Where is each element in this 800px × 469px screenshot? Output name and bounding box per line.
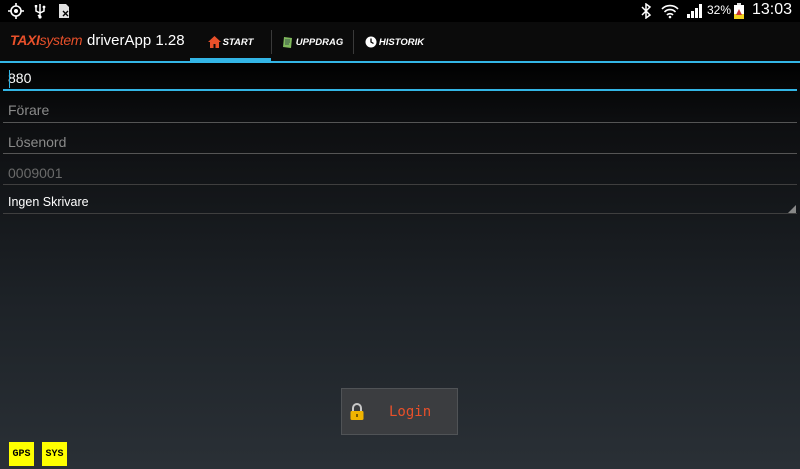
- action-bar-underline: [0, 61, 800, 63]
- tab-start-label: START: [222, 36, 254, 48]
- home-icon: [207, 36, 221, 48]
- signal-icon: [686, 3, 704, 19]
- tab-historik[interactable]: HISTORIK: [354, 22, 435, 62]
- sd-card-icon: [57, 3, 71, 19]
- wifi-icon: [661, 3, 679, 19]
- logo-taxi-text: TAXI: [10, 32, 40, 48]
- gps-target-icon: [8, 3, 24, 19]
- device-id-underline: [3, 184, 797, 185]
- driver-underline: [3, 122, 797, 123]
- driver-field[interactable]: Förare: [8, 102, 796, 118]
- login-label: Login: [389, 404, 432, 420]
- login-button[interactable]: Login: [341, 388, 458, 435]
- app-logo: TAXIsystem: [10, 32, 82, 48]
- logo-system-text: system: [39, 32, 83, 48]
- printer-underline: [3, 213, 797, 214]
- spinner-arrow-icon: [788, 205, 796, 213]
- printer-spinner[interactable]: Ingen Skrivare: [8, 195, 796, 209]
- vehicle-number-field[interactable]: 880: [8, 70, 796, 86]
- battery-percent: 32%: [707, 3, 732, 17]
- clock-icon: [365, 36, 377, 48]
- lock-icon: [349, 403, 365, 425]
- status-bar: 32% 13:03: [0, 0, 800, 22]
- gps-indicator: GPS: [9, 442, 34, 466]
- tab-historik-label: HISTORIK: [378, 36, 425, 48]
- password-field[interactable]: Lösenord: [8, 134, 796, 150]
- tab-start[interactable]: START: [190, 22, 271, 62]
- battery-icon: [733, 3, 745, 19]
- app-title: driverApp 1.28: [87, 32, 185, 49]
- vehicle-number-underline: [3, 89, 797, 91]
- text-cursor: [9, 70, 10, 88]
- bluetooth-icon: [640, 2, 652, 20]
- usb-icon: [33, 3, 47, 19]
- tab-uppdrag[interactable]: UPPDRAG: [272, 22, 353, 62]
- sys-indicator: SYS: [42, 442, 67, 466]
- clock: 13:03: [751, 1, 792, 18]
- tab-uppdrag-label: UPPDRAG: [295, 36, 344, 48]
- clipboard-icon: [282, 36, 294, 48]
- device-id-field: 0009001: [8, 165, 63, 181]
- password-underline: [3, 153, 797, 154]
